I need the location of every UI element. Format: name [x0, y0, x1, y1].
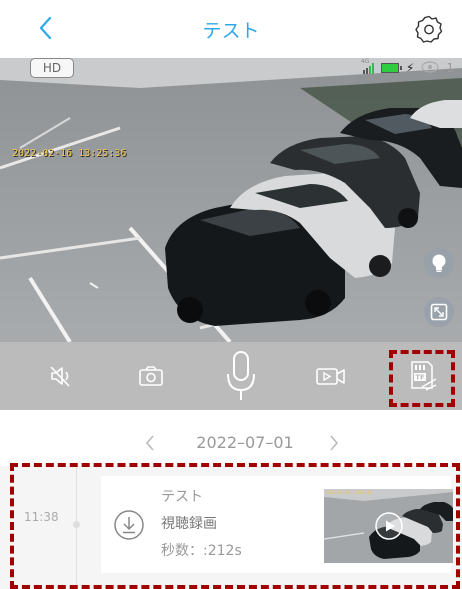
eye-icon [421, 60, 439, 76]
charging-icon: ⚡ [405, 61, 415, 75]
header: テスト [0, 0, 462, 58]
mute-speaker-icon [50, 366, 70, 387]
camera-scene-image [0, 58, 462, 342]
microphone-icon [227, 351, 255, 400]
chevron-left-icon [39, 16, 52, 40]
viewer-count: 1 [446, 61, 454, 75]
camera-snapshot-icon [139, 366, 163, 386]
video-record-icon [316, 368, 345, 385]
chevron-left-icon [145, 435, 154, 451]
page-title: テスト [202, 20, 260, 42]
bulb-icon [432, 254, 446, 272]
network-label: 4G [360, 58, 370, 65]
gear-icon [415, 15, 443, 43]
current-date: 2022–07–01 [196, 433, 294, 452]
annotation-highlight-record [10, 463, 460, 589]
signal-icon: 4G [361, 58, 374, 74]
camera-feed[interactable]: 2022-02-16 13:25:36 [0, 58, 462, 342]
mute-button[interactable] [36, 342, 86, 410]
quality-toggle-button[interactable]: HD [30, 58, 74, 78]
light-button[interactable] [424, 248, 454, 278]
snapshot-button[interactable] [126, 342, 176, 410]
chevron-right-icon [330, 435, 339, 451]
back-button[interactable] [30, 12, 62, 44]
battery-icon [380, 63, 402, 73]
previous-date-button[interactable] [138, 428, 162, 458]
record-button[interactable] [306, 342, 356, 410]
fullscreen-icon [430, 303, 448, 321]
next-date-button[interactable] [322, 428, 346, 458]
annotation-highlight-tf-button [389, 350, 455, 407]
fullscreen-button[interactable] [424, 297, 454, 327]
camera-timestamp: 2022-02-16 13:25:36 [12, 148, 127, 159]
settings-button[interactable] [414, 14, 444, 44]
talk-button[interactable] [216, 342, 266, 410]
date-navigator: 2022–07–01 [0, 420, 462, 466]
camera-status-bar: 4G ⚡ 1 [361, 58, 454, 78]
